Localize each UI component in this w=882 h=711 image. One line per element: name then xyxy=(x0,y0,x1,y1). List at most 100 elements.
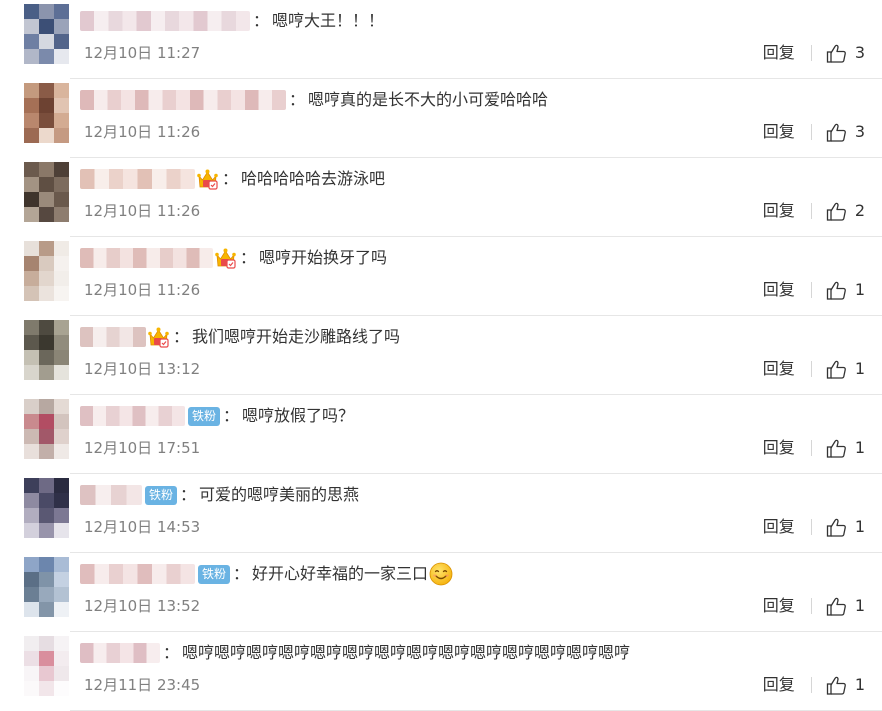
user-avatar[interactable] xyxy=(24,4,69,64)
username-blurred[interactable] xyxy=(80,406,185,426)
thumbs-up-icon[interactable] xyxy=(826,438,847,459)
thumbs-up-icon[interactable] xyxy=(826,201,847,222)
username-blurred[interactable] xyxy=(80,11,250,31)
comment-item: 铁粉：嗯哼放假了吗？ 12月10日 17:51 回复 1 xyxy=(0,395,882,474)
crown-icon xyxy=(214,247,237,269)
username-blurred[interactable] xyxy=(80,485,142,505)
comment-time: 12月10日 11:26 xyxy=(84,281,201,299)
username-blurred[interactable] xyxy=(80,643,160,663)
fan-badge: 铁粉 xyxy=(198,564,231,584)
crown-icon xyxy=(147,326,170,348)
comment-body: ：我们嗯哼开始走沙雕路线了吗 12月10日 13:12 回复 1 xyxy=(70,316,882,395)
username-blurred[interactable] xyxy=(80,564,195,584)
thumbs-up-icon[interactable] xyxy=(826,43,847,64)
comment-content: ：嗯哼嗯哼嗯哼嗯哼嗯哼嗯哼嗯哼嗯哼嗯哼嗯哼嗯哼嗯哼嗯哼嗯哼 xyxy=(78,640,630,666)
reply-button[interactable]: 回复 xyxy=(763,357,795,381)
thumbs-up-icon[interactable] xyxy=(826,122,847,143)
user-avatar[interactable] xyxy=(24,399,69,459)
comment-item: ：嗯哼开始换牙了吗 12月10日 11:26 回复 1 xyxy=(0,237,882,316)
smile-emoji-icon xyxy=(429,562,453,586)
user-avatar[interactable] xyxy=(24,478,69,538)
comment-time: 12月10日 11:26 xyxy=(84,202,201,220)
comment-actions: 回复 1 xyxy=(763,673,865,697)
like-button[interactable]: 1 xyxy=(826,515,865,539)
comment-actions: 回复 3 xyxy=(763,120,865,144)
reply-button[interactable]: 回复 xyxy=(763,120,795,144)
comment-actions: 回复 1 xyxy=(763,436,865,460)
reply-button[interactable]: 回复 xyxy=(763,673,795,697)
comment-actions: 回复 1 xyxy=(763,594,865,618)
comment-content: ：我们嗯哼开始走沙雕路线了吗 xyxy=(78,324,400,350)
like-button[interactable]: 3 xyxy=(826,41,865,65)
like-count: 3 xyxy=(854,122,865,141)
comment-time: 12月10日 11:26 xyxy=(84,123,201,141)
colon: ： xyxy=(233,564,250,583)
reply-button[interactable]: 回复 xyxy=(763,436,795,460)
username-blurred[interactable] xyxy=(80,327,146,347)
like-button[interactable]: 1 xyxy=(826,278,865,302)
comment-text: 我们嗯哼开始走沙雕路线了吗 xyxy=(192,327,401,346)
comment-text: 嗯哼大王！！！ xyxy=(272,11,385,30)
comment-content: ：嗯哼大王！！！ xyxy=(78,8,384,34)
comment-content: 铁粉：嗯哼放假了吗？ xyxy=(78,403,354,429)
comment-actions: 回复 1 xyxy=(763,278,865,302)
username-blurred[interactable] xyxy=(80,90,286,110)
user-avatar[interactable] xyxy=(24,557,69,617)
comment-text: 嗯哼嗯哼嗯哼嗯哼嗯哼嗯哼嗯哼嗯哼嗯哼嗯哼嗯哼嗯哼嗯哼嗯哼 xyxy=(182,643,631,662)
like-count: 1 xyxy=(854,675,865,694)
reply-button[interactable]: 回复 xyxy=(763,515,795,539)
action-divider xyxy=(810,124,812,140)
user-avatar[interactable] xyxy=(24,320,69,380)
like-button[interactable]: 1 xyxy=(826,436,865,460)
like-button[interactable]: 1 xyxy=(826,357,865,381)
fan-badge: 铁粉 xyxy=(188,406,221,426)
comment-time: 12月10日 17:51 xyxy=(84,439,201,457)
comment-time: 12月10日 14:53 xyxy=(84,518,201,536)
like-button[interactable]: 2 xyxy=(826,199,865,223)
comment-actions: 回复 2 xyxy=(763,199,865,223)
comment-time: 12月10日 13:12 xyxy=(84,360,201,378)
comment-content: 铁粉：可爱的嗯哼美丽的思燕 xyxy=(78,482,359,508)
thumbs-up-icon[interactable] xyxy=(826,675,847,696)
action-divider xyxy=(810,45,812,61)
comment-time: 12月11日 23:45 xyxy=(84,676,201,694)
action-divider xyxy=(810,361,812,377)
comment-text: 嗯哼放假了吗？ xyxy=(242,406,355,425)
reply-button[interactable]: 回复 xyxy=(763,199,795,223)
reply-button[interactable]: 回复 xyxy=(763,278,795,302)
colon: ： xyxy=(180,485,197,504)
reply-button[interactable]: 回复 xyxy=(763,41,795,65)
comment-body: 铁粉：嗯哼放假了吗？ 12月10日 17:51 回复 1 xyxy=(70,395,882,474)
like-count: 3 xyxy=(854,43,865,62)
reply-button[interactable]: 回复 xyxy=(763,594,795,618)
user-avatar[interactable] xyxy=(24,83,69,143)
comment-time: 12月10日 13:52 xyxy=(84,597,201,615)
action-divider xyxy=(810,440,812,456)
username-blurred[interactable] xyxy=(80,169,195,189)
comment-body: ：嗯哼嗯哼嗯哼嗯哼嗯哼嗯哼嗯哼嗯哼嗯哼嗯哼嗯哼嗯哼嗯哼嗯哼 12月11日 23:4… xyxy=(70,632,882,711)
colon: ： xyxy=(289,90,306,109)
action-divider xyxy=(810,598,812,614)
thumbs-up-icon[interactable] xyxy=(826,517,847,538)
action-divider xyxy=(810,519,812,535)
like-button[interactable]: 1 xyxy=(826,594,865,618)
comment-content: ：嗯哼开始换牙了吗 xyxy=(78,245,387,271)
username-blurred[interactable] xyxy=(80,248,213,268)
comment-actions: 回复 1 xyxy=(763,357,865,381)
colon: ： xyxy=(163,643,180,662)
comment-content: ：嗯哼真的是长不大的小可爱哈哈哈 xyxy=(78,87,548,113)
comment-time: 12月10日 11:27 xyxy=(84,44,201,62)
crown-icon xyxy=(196,168,219,190)
action-divider xyxy=(810,677,812,693)
user-avatar[interactable] xyxy=(24,636,69,696)
thumbs-up-icon[interactable] xyxy=(826,359,847,380)
thumbs-up-icon[interactable] xyxy=(826,280,847,301)
thumbs-up-icon[interactable] xyxy=(826,596,847,617)
like-button[interactable]: 3 xyxy=(826,120,865,144)
colon: ： xyxy=(253,11,270,30)
like-count: 2 xyxy=(854,201,865,220)
user-avatar[interactable] xyxy=(24,162,69,222)
like-button[interactable]: 1 xyxy=(826,673,865,697)
user-avatar[interactable] xyxy=(24,241,69,301)
colon: ： xyxy=(223,406,240,425)
